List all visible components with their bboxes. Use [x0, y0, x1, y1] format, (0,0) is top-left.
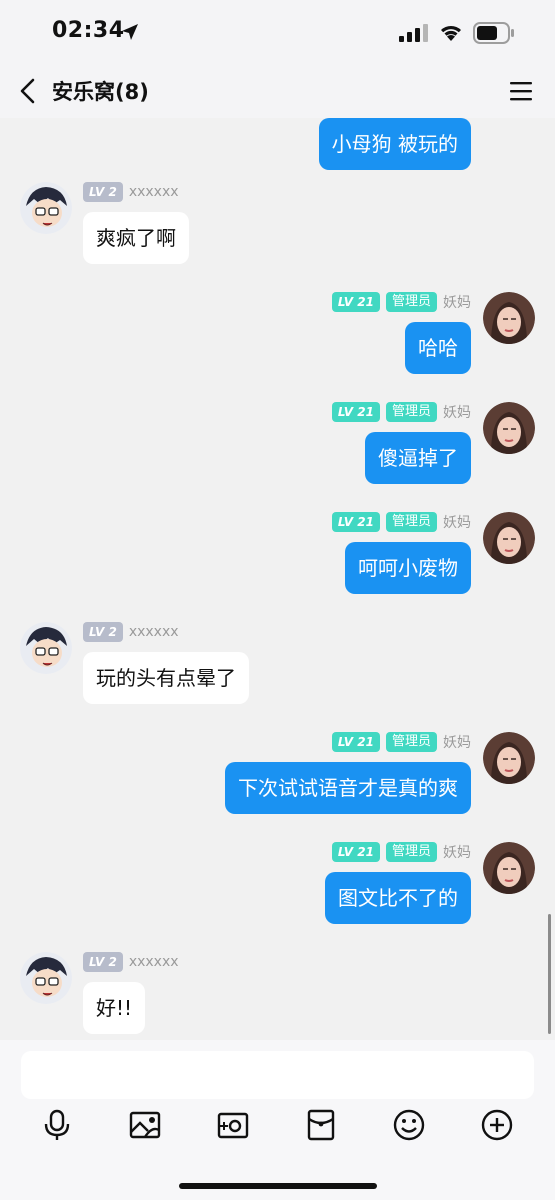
- level-badge: LV 21: [331, 402, 380, 422]
- wifi-icon: [441, 26, 461, 41]
- emoji-icon[interactable]: [392, 1108, 426, 1142]
- sender-info: LV 21 管理员 妖妈: [331, 732, 471, 752]
- camera-icon[interactable]: [216, 1108, 250, 1142]
- battery-icon: [473, 22, 514, 44]
- sender-info: LV 21 管理员 妖妈: [331, 402, 471, 422]
- member-avatar[interactable]: [20, 952, 72, 1004]
- admin-badge: 管理员: [385, 402, 437, 422]
- status-time: 02:34: [52, 18, 125, 43]
- admin-badge: 管理员: [385, 842, 437, 862]
- home-indicator[interactable]: [179, 1183, 377, 1189]
- member-avatar[interactable]: [483, 732, 535, 784]
- level-badge: LV 21: [331, 512, 380, 532]
- sender-name: xxxxxx: [128, 624, 179, 640]
- message-bubble[interactable]: 哈哈: [405, 322, 471, 374]
- level-badge: LV 2: [83, 182, 123, 202]
- admin-badge: 管理员: [385, 292, 437, 312]
- level-badge: LV 2: [83, 952, 123, 972]
- message-bubble[interactable]: 图文比不了的: [325, 872, 471, 924]
- image-icon[interactable]: [128, 1108, 162, 1142]
- message-bubble[interactable]: 下次试试语音才是真的爽: [225, 762, 471, 814]
- sender-info: LV 21 管理员 妖妈: [331, 842, 471, 862]
- message-bubble[interactable]: 玩的头有点晕了: [83, 652, 249, 704]
- admin-badge: 管理员: [385, 512, 437, 532]
- sender-info: LV 21 管理员 妖妈: [331, 512, 471, 532]
- message-input[interactable]: [21, 1051, 534, 1099]
- sender-info: LV 21 管理员 妖妈: [331, 292, 471, 312]
- sender-info: LV 2 xxxxxx: [83, 952, 179, 972]
- level-badge: LV 21: [331, 292, 380, 312]
- message-bubble[interactable]: 好!!: [83, 982, 146, 1034]
- cellular-signal-icon: [399, 24, 428, 42]
- back-icon[interactable]: [16, 76, 40, 106]
- navigation-bar: 安乐窝(8): [0, 64, 555, 118]
- sender-name: 妖妈: [443, 515, 471, 531]
- level-badge: LV 21: [331, 732, 380, 752]
- sender-name: xxxxxx: [128, 954, 179, 970]
- level-badge: LV 2: [83, 622, 123, 642]
- admin-badge: 管理员: [385, 732, 437, 752]
- sender-name: 妖妈: [443, 845, 471, 861]
- location-arrow-icon: [122, 24, 138, 40]
- sender-info: LV 2 xxxxxx: [83, 182, 179, 202]
- menu-icon[interactable]: [509, 80, 533, 102]
- message-list[interactable]: 小母狗 被玩的 LV 2 xxxxxx 爽疯了啊 LV 21 管理员 妖妈 哈哈…: [0, 118, 555, 1040]
- microphone-icon[interactable]: [40, 1108, 74, 1142]
- plus-icon[interactable]: [480, 1108, 514, 1142]
- message-bubble[interactable]: 呵呵小废物: [345, 542, 471, 594]
- member-avatar[interactable]: [483, 842, 535, 894]
- sender-name: 妖妈: [443, 405, 471, 421]
- message-bubble[interactable]: 小母狗 被玩的: [318, 118, 471, 170]
- chat-title: 安乐窝(8): [52, 80, 149, 104]
- sender-name: 妖妈: [443, 295, 471, 311]
- member-avatar[interactable]: [483, 512, 535, 564]
- status-bar: 02:34: [0, 0, 555, 64]
- member-avatar[interactable]: [20, 182, 72, 234]
- sender-info: LV 2 xxxxxx: [83, 622, 179, 642]
- sender-name: 妖妈: [443, 735, 471, 751]
- message-bubble[interactable]: 爽疯了啊: [83, 212, 189, 264]
- level-badge: LV 21: [331, 842, 380, 862]
- member-avatar[interactable]: [483, 292, 535, 344]
- scrollbar[interactable]: [548, 914, 551, 1034]
- message-bubble[interactable]: 傻逼掉了: [365, 432, 471, 484]
- sender-name: xxxxxx: [128, 184, 179, 200]
- member-avatar[interactable]: [20, 622, 72, 674]
- composer-panel: [0, 1040, 555, 1200]
- red-packet-icon[interactable]: [304, 1108, 338, 1142]
- member-avatar[interactable]: [483, 402, 535, 454]
